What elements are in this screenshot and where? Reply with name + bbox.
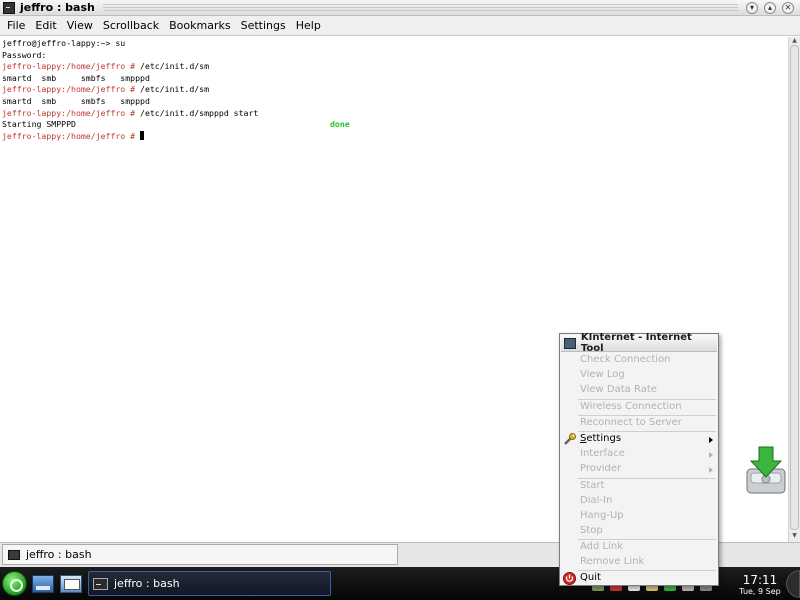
clock-time: 17:11 (742, 573, 778, 587)
terminal-line: smartd smb smbfs smpppd (2, 96, 786, 108)
submenu-arrow-icon (709, 452, 713, 458)
start-menu-button[interactable] (2, 571, 27, 596)
menu-item-check-connection[interactable]: Check Connection (580, 353, 671, 367)
chevron-down-icon: ▾ (749, 2, 754, 12)
download-icon[interactable] (745, 445, 787, 497)
terminal-line: smartd smb smbfs smpppd (2, 73, 786, 85)
menu-header: KInternet - Internet Tool (561, 332, 717, 354)
menu-item-remove-link[interactable]: Remove Link (580, 555, 644, 569)
menu-item-add-link[interactable]: Add Link (580, 540, 623, 554)
shell-command: /etc/init.d/smpppd start (135, 107, 259, 118)
maximize-button[interactable]: ▴ (764, 1, 776, 14)
terminal-line: Starting SMPPPD done (2, 119, 786, 131)
shell-command: /etc/init.d/sm (135, 84, 210, 95)
wrench-icon (564, 433, 576, 445)
menu-item-interface[interactable]: Interface (580, 447, 625, 461)
submenu-arrow-icon (709, 437, 713, 443)
menu-settings[interactable]: Settings (236, 19, 291, 32)
menu-file[interactable]: File (2, 19, 30, 32)
shell-prompt: jeffro-lappy:/home/jeffro # (2, 61, 136, 72)
shell-command: /etc/init.d/sm (135, 61, 210, 72)
menu-item-view-data-rate[interactable]: View Data Rate (580, 383, 657, 397)
task-label: jeffro : bash (114, 577, 180, 590)
power-icon (563, 572, 576, 585)
shell-prompt: jeffro-lappy:/home/jeffro # (2, 130, 136, 141)
menu-item-hang-up[interactable]: Hang-Up (580, 509, 624, 523)
chevron-up-icon: ▴ (767, 2, 772, 12)
scrollbar-thumb[interactable] (790, 45, 799, 530)
menu-item-start[interactable]: Start (580, 479, 604, 493)
menu-item-dial-in[interactable]: Dial-In (580, 494, 612, 508)
menu-view[interactable]: View (62, 19, 98, 32)
terminal-line: jeffro-lappy:/home/jeffro # /etc/init.d/… (2, 84, 786, 96)
clock[interactable]: 17:11 Tue, 9 Sep (734, 574, 786, 597)
terminal-text: smartd smb smbfs smpppd (2, 72, 150, 83)
terminal-text: Password: (2, 49, 47, 60)
close-button[interactable]: ✕ (782, 1, 794, 14)
titlebar-grip (102, 3, 738, 12)
terminal-line: jeffro-lappy:/home/jeffro # (2, 130, 786, 143)
terminal-text: jeffro@jeffro-lappy:~> su (2, 38, 126, 48)
terminal-icon (8, 549, 20, 560)
close-icon: ✕ (784, 2, 792, 12)
shell-prompt: jeffro-lappy:/home/jeffro # (2, 107, 136, 118)
menu-item-stop[interactable]: Stop (580, 524, 603, 538)
terminal-icon (93, 577, 108, 590)
menu-item-wireless-connection[interactable]: Wireless Connection (580, 400, 682, 414)
session-tab-label: jeffro : bash (26, 548, 92, 561)
terminal-line: jeffro@jeffro-lappy:~> su (2, 38, 786, 50)
menu-edit[interactable]: Edit (30, 19, 61, 32)
terminal-app-icon[interactable] (3, 1, 15, 14)
menu-item-view-log[interactable]: View Log (580, 368, 625, 382)
kinternet-context-menu: KInternet - Internet Tool Check Connecti… (559, 332, 719, 586)
minimize-button[interactable]: ▾ (746, 1, 758, 14)
text-cursor (140, 130, 145, 140)
menu-bookmarks[interactable]: Bookmarks (164, 19, 235, 32)
menu-item-quit[interactable]: Quit (580, 571, 601, 585)
shell-prompt: jeffro-lappy:/home/jeffro # (2, 84, 136, 95)
terminal-text: Starting SMPPPD (2, 119, 76, 130)
window-title: jeffro : bash (20, 1, 95, 14)
menu-item-provider[interactable]: Provider (580, 462, 621, 476)
menu-bar: File Edit View Scrollback Bookmarks Sett… (0, 16, 800, 36)
clock-date: Tue, 9 Sep (739, 587, 781, 596)
menu-item-reconnect[interactable]: Reconnect to Server (580, 416, 682, 430)
menu-item-settings[interactable]: Settings (580, 432, 621, 446)
terminal-line: jeffro-lappy:/home/jeffro # /etc/init.d/… (2, 108, 786, 120)
status-done: done (330, 119, 350, 130)
settings-label: ettings (586, 433, 622, 444)
menu-title: KInternet - Internet Tool (580, 332, 692, 354)
terminal-scrollbar[interactable]: ▲ ▼ (788, 37, 800, 542)
file-manager-icon[interactable] (60, 575, 82, 593)
menu-scrollback[interactable]: Scrollback (98, 19, 164, 32)
menu-help[interactable]: Help (291, 19, 326, 32)
submenu-arrow-icon (709, 467, 713, 473)
kinternet-icon (564, 337, 576, 349)
scroll-up-arrow-icon[interactable]: ▲ (790, 37, 799, 45)
terminal-text: smartd smb smbfs smpppd (2, 95, 150, 106)
show-desktop-icon[interactable] (32, 575, 54, 593)
session-tab[interactable]: jeffro : bash (2, 544, 398, 565)
terminal-line: jeffro-lappy:/home/jeffro # /etc/init.d/… (2, 61, 786, 73)
scroll-down-arrow-icon[interactable]: ▼ (790, 532, 799, 540)
terminal-line: Password: (2, 50, 786, 62)
window-titlebar[interactable]: jeffro : bash ▾ ▴ ✕ (0, 0, 800, 16)
taskbar-task-terminal[interactable]: jeffro : bash (88, 571, 331, 596)
panel-corner-handle[interactable] (786, 570, 800, 598)
